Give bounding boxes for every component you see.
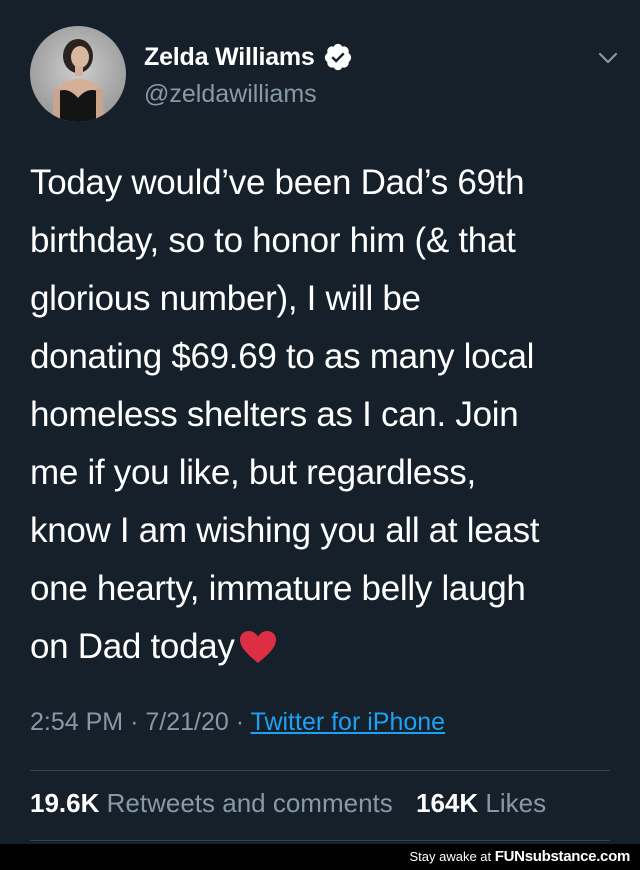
red-heart-emoji-icon xyxy=(239,624,277,663)
tweet-stats: 19.6K Retweets and comments 164K Likes xyxy=(30,788,546,819)
divider xyxy=(30,840,610,841)
tweet-date: 7/21/20 xyxy=(145,708,229,736)
verified-badge-icon xyxy=(323,42,353,72)
user-handle[interactable]: @zeldawilliams xyxy=(144,80,317,109)
tweet-line: donating $69.69 to as many local xyxy=(30,337,535,376)
display-name[interactable]: Zelda Williams xyxy=(144,43,315,72)
tweet-line: glorious number), I will be xyxy=(30,279,421,318)
tweet-line: know I am wishing you all at least xyxy=(30,511,540,550)
retweets-count[interactable]: 19.6K xyxy=(30,788,99,818)
avatar[interactable] xyxy=(30,26,126,122)
watermark-brand: FUNsubstance.com xyxy=(494,848,631,865)
tweet-time: 2:54 PM xyxy=(30,708,124,736)
tweet-line-last: on Dad today xyxy=(30,618,620,676)
retweets-label[interactable]: Retweets and comments xyxy=(107,788,393,818)
likes-count[interactable]: 164K xyxy=(416,788,478,818)
likes-label[interactable]: Likes xyxy=(485,788,546,818)
tweet-meta: 2:54 PM · 7/21/20 · Twitter for iPhone xyxy=(30,708,445,737)
name-row: Zelda Williams xyxy=(144,42,353,72)
avatar-image xyxy=(52,39,104,122)
tweet-text: Today would’ve been Dad’s 69th birthday,… xyxy=(30,154,620,676)
chevron-down-icon[interactable] xyxy=(596,46,620,70)
watermark-prefix: Stay awake at xyxy=(409,849,492,864)
meta-separator: · xyxy=(130,708,139,736)
tweet-line: one hearty, immature belly laugh xyxy=(30,569,526,608)
tweet-source-link[interactable]: Twitter for iPhone xyxy=(251,708,446,736)
watermark-bar: Stay awake at FUNsubstance.com xyxy=(0,844,640,870)
tweet-line: on Dad today xyxy=(30,627,235,666)
tweet-line: birthday, so to honor him (& that xyxy=(30,221,516,260)
tweet-line: me if you like, but regardless, xyxy=(30,453,476,492)
tweet-line: homeless shelters as I can. Join xyxy=(30,395,519,434)
tweet-header: Zelda Williams @zeldawilliams xyxy=(30,26,620,122)
meta-separator: · xyxy=(235,708,245,736)
tweet-line: Today would’ve been Dad’s 69th xyxy=(30,163,525,202)
divider xyxy=(30,770,610,771)
